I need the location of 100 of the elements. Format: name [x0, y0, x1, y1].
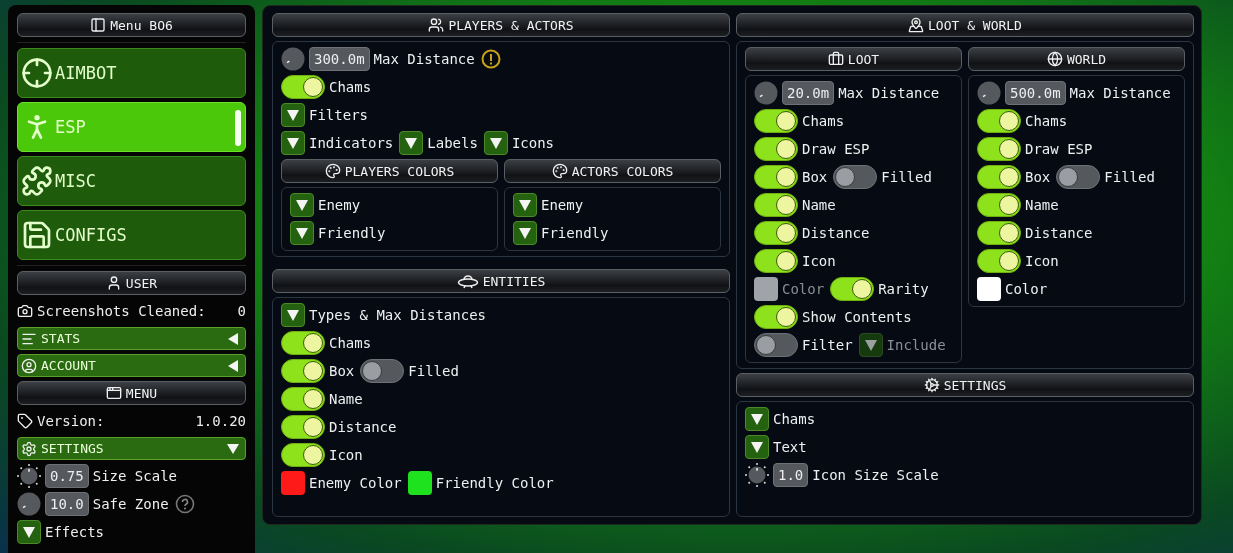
dropdown-button[interactable] — [399, 131, 424, 155]
option-label: Color — [1005, 281, 1048, 297]
dropdown-button[interactable] — [745, 407, 769, 431]
nav-button[interactable]: MISC — [17, 156, 246, 206]
toggle-switch[interactable] — [754, 305, 798, 329]
toggle-switch[interactable] — [754, 333, 798, 357]
caret-icon — [864, 339, 877, 351]
dropdown-button[interactable] — [513, 221, 537, 245]
option-label: Box — [1025, 169, 1051, 185]
value-field[interactable]: 0.75 — [45, 464, 89, 488]
caret-icon — [227, 332, 239, 345]
caret-icon — [751, 441, 763, 453]
header-title: WORLD — [1066, 51, 1107, 67]
caret-icon — [519, 199, 531, 211]
tag-icon — [17, 413, 33, 429]
value-field[interactable]: 1.0 — [773, 463, 809, 487]
option-label: Filled — [881, 169, 932, 185]
toggle-switch[interactable] — [360, 359, 405, 383]
toggle-switch[interactable] — [754, 165, 798, 189]
dropdown-button[interactable] — [290, 193, 314, 217]
toggle-switch[interactable] — [754, 137, 798, 161]
option-label: Icon — [329, 447, 363, 463]
dropdown-button[interactable] — [483, 131, 508, 155]
help-icon[interactable] — [174, 494, 195, 514]
toggle-switch[interactable] — [281, 75, 325, 99]
caret-icon — [287, 309, 299, 321]
toggle-switch[interactable] — [754, 221, 798, 245]
color-swatch[interactable] — [407, 471, 432, 495]
dropdown-button[interactable] — [281, 103, 305, 127]
option-label: Filters — [309, 107, 368, 123]
option-label: Icon Size Scale — [812, 467, 939, 483]
toggle-switch[interactable] — [754, 193, 798, 217]
color-swatch[interactable] — [977, 277, 1001, 301]
menu-icon — [90, 17, 107, 33]
option-label: Filled — [408, 363, 459, 379]
toggle-switch[interactable] — [281, 331, 325, 355]
toggle-switch[interactable] — [281, 359, 325, 383]
caret-icon — [23, 526, 35, 538]
toggle-switch[interactable] — [281, 387, 325, 411]
toggle-switch[interactable] — [754, 249, 798, 273]
toggle-switch[interactable] — [1056, 165, 1101, 189]
option-label: Effects — [45, 524, 104, 540]
option-label: Chams — [1025, 113, 1068, 129]
value-field[interactable]: 10.0 — [45, 492, 89, 516]
collapsible-header[interactable]: ACCOUNT — [17, 354, 246, 377]
toggle-switch[interactable] — [977, 249, 1021, 273]
camera-icon — [17, 303, 33, 319]
option-label: Friendly — [318, 225, 386, 241]
option-label: Enemy — [541, 197, 584, 213]
option-label: Draw ESP — [802, 141, 870, 157]
caret-icon — [287, 109, 299, 121]
collapsible-header[interactable]: SETTINGS — [17, 437, 246, 460]
option-label: Labels — [427, 135, 478, 151]
knob-dial[interactable] — [745, 463, 769, 487]
caret-icon — [489, 137, 502, 149]
option-label: Icon — [802, 253, 836, 269]
option-label: Filled — [1104, 169, 1155, 185]
value-field[interactable]: 500.0m — [1005, 81, 1066, 105]
toggle-switch[interactable] — [754, 109, 798, 133]
option-label: Enemy — [318, 197, 361, 213]
option-label: Name — [802, 197, 836, 213]
dropdown-button[interactable] — [513, 193, 537, 217]
color-swatch[interactable] — [281, 471, 305, 495]
option-label: Name — [329, 391, 363, 407]
globe-icon — [1046, 51, 1063, 67]
toggle-switch[interactable] — [977, 221, 1021, 245]
settings-icon — [21, 440, 37, 457]
toggle-switch[interactable] — [977, 165, 1021, 189]
toggle-switch[interactable] — [281, 443, 325, 467]
header-title: LOOT — [847, 51, 880, 67]
map-icon — [908, 17, 925, 33]
toggle-switch[interactable] — [977, 137, 1021, 161]
dropdown-button[interactable] — [281, 131, 305, 155]
dropdown-button[interactable] — [290, 221, 314, 245]
dropdown-button[interactable] — [281, 303, 305, 327]
info-value: 0 — [237, 303, 246, 319]
toggle-switch[interactable] — [281, 415, 325, 439]
collapsible-header[interactable]: STATS — [17, 327, 246, 350]
user-circle-icon — [21, 357, 37, 374]
nav-button[interactable]: CONFIGS — [17, 210, 246, 260]
header-title: ACTORS COLORS — [571, 163, 674, 179]
option-label: Friendly Color — [435, 475, 554, 491]
value-field[interactable]: 20.0m — [782, 81, 835, 105]
toggle-switch[interactable] — [977, 109, 1021, 133]
header-title: LOOT & WORLD — [928, 17, 1022, 33]
dropdown-button[interactable] — [17, 520, 41, 544]
info-label: Version: — [37, 413, 106, 429]
toggle-switch[interactable] — [833, 165, 878, 189]
header-title: PLAYERS COLORS — [344, 163, 455, 179]
nav-button[interactable]: AIMBOT — [17, 48, 246, 98]
option-label: Distance — [329, 419, 397, 435]
dropdown-button[interactable] — [745, 435, 769, 459]
option-label: Max Distance — [373, 51, 475, 67]
knob-dial[interactable] — [17, 464, 41, 488]
caret-icon — [296, 199, 308, 211]
value-field[interactable]: 300.0m — [309, 47, 370, 71]
option-label: Box — [329, 363, 355, 379]
toggle-switch[interactable] — [977, 193, 1021, 217]
toggle-switch[interactable] — [830, 277, 875, 301]
header-title: ENTITIES — [482, 273, 546, 289]
